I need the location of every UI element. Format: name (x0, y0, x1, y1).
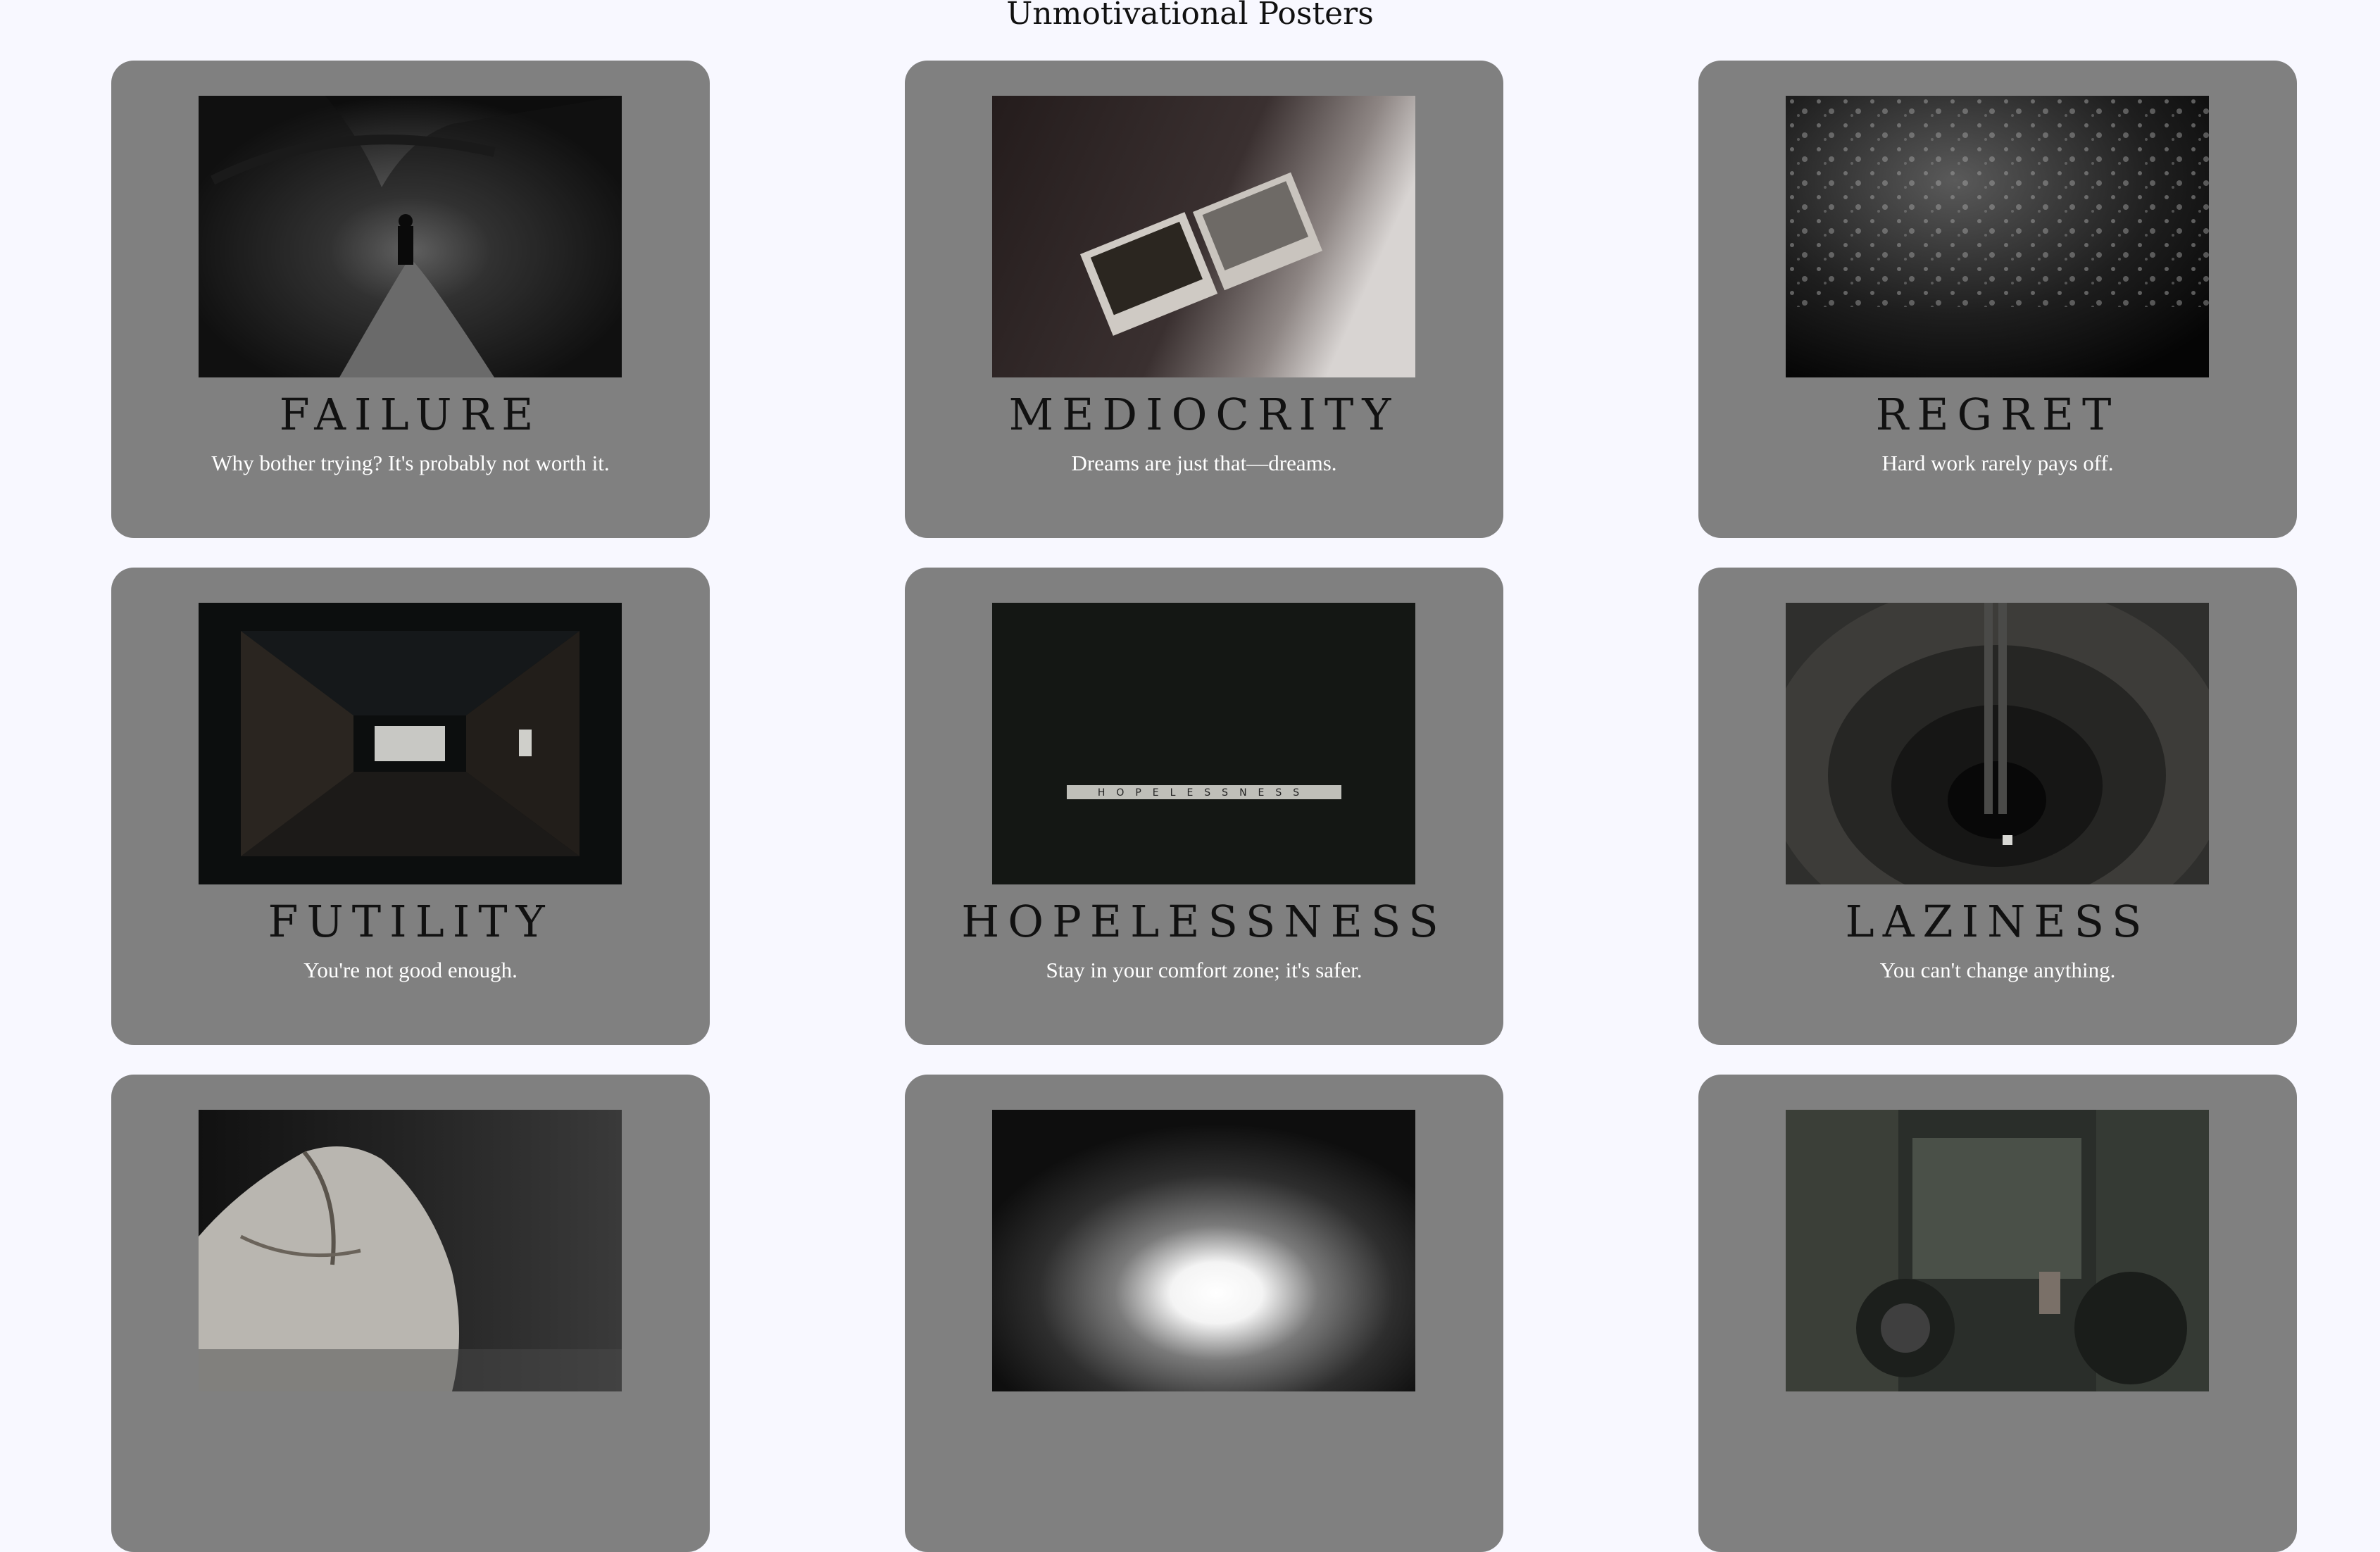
poster-card-futility[interactable]: FUTILITY You're not good enough. (111, 568, 710, 1045)
scrabble-tiles-photo: HOPELESSNESS (992, 603, 1415, 884)
poster-title: FAILURE (279, 389, 542, 440)
poster-title: LAZINESS (1845, 896, 2150, 947)
poster-card-9[interactable] (1698, 1075, 2297, 1552)
dark-forest-path-photo (199, 96, 622, 377)
poster-title: REGRET (1875, 389, 2120, 440)
tunnel-light-photo (992, 1110, 1415, 1391)
poster-card-regret[interactable]: REGRET Hard work rarely pays off. (1698, 61, 2297, 538)
poster-card-8[interactable] (905, 1075, 1503, 1552)
raindrops-on-glass-photo (1786, 96, 2209, 377)
poster-caption: Hard work rarely pays off. (1881, 451, 2114, 475)
broken-pottery-photo (199, 1110, 622, 1391)
poster-card-mediocrity[interactable]: MEDIOCRITY Dreams are just that—dreams. (905, 61, 1503, 538)
poster-caption: Why bother trying? It's probably not wor… (211, 451, 610, 475)
poster-card-hopelessness[interactable]: HOPELESSNESS HOPELESSNESS Stay in your c… (905, 568, 1503, 1045)
abandoned-factory-photo (1786, 1110, 2209, 1391)
scrabble-tiles-text: HOPELESSNESS (1098, 787, 1310, 799)
poster-caption: You can't change anything. (1879, 958, 2116, 982)
poster-title: HOPELESSNESS (961, 896, 1447, 947)
dark-hallway-photo (199, 603, 622, 884)
poster-grid: FAILURE Why bother trying? It's probably… (111, 61, 2297, 1552)
polaroids-photo (992, 96, 1415, 377)
poster-card-failure[interactable]: FAILURE Why bother trying? It's probably… (111, 61, 710, 538)
poster-title: FUTILITY (268, 896, 553, 947)
poster-caption: Dreams are just that—dreams. (1071, 451, 1337, 475)
poster-title: MEDIOCRITY (1008, 389, 1400, 440)
industrial-pit-photo (1786, 603, 2209, 884)
poster-caption: You're not good enough. (303, 958, 518, 982)
poster-card-7[interactable] (111, 1075, 710, 1552)
poster-caption: Stay in your comfort zone; it's safer. (1046, 958, 1363, 982)
poster-card-laziness[interactable]: LAZINESS You can't change anything. (1698, 568, 2297, 1045)
page-title: Unmotivational Posters (1006, 0, 1374, 32)
